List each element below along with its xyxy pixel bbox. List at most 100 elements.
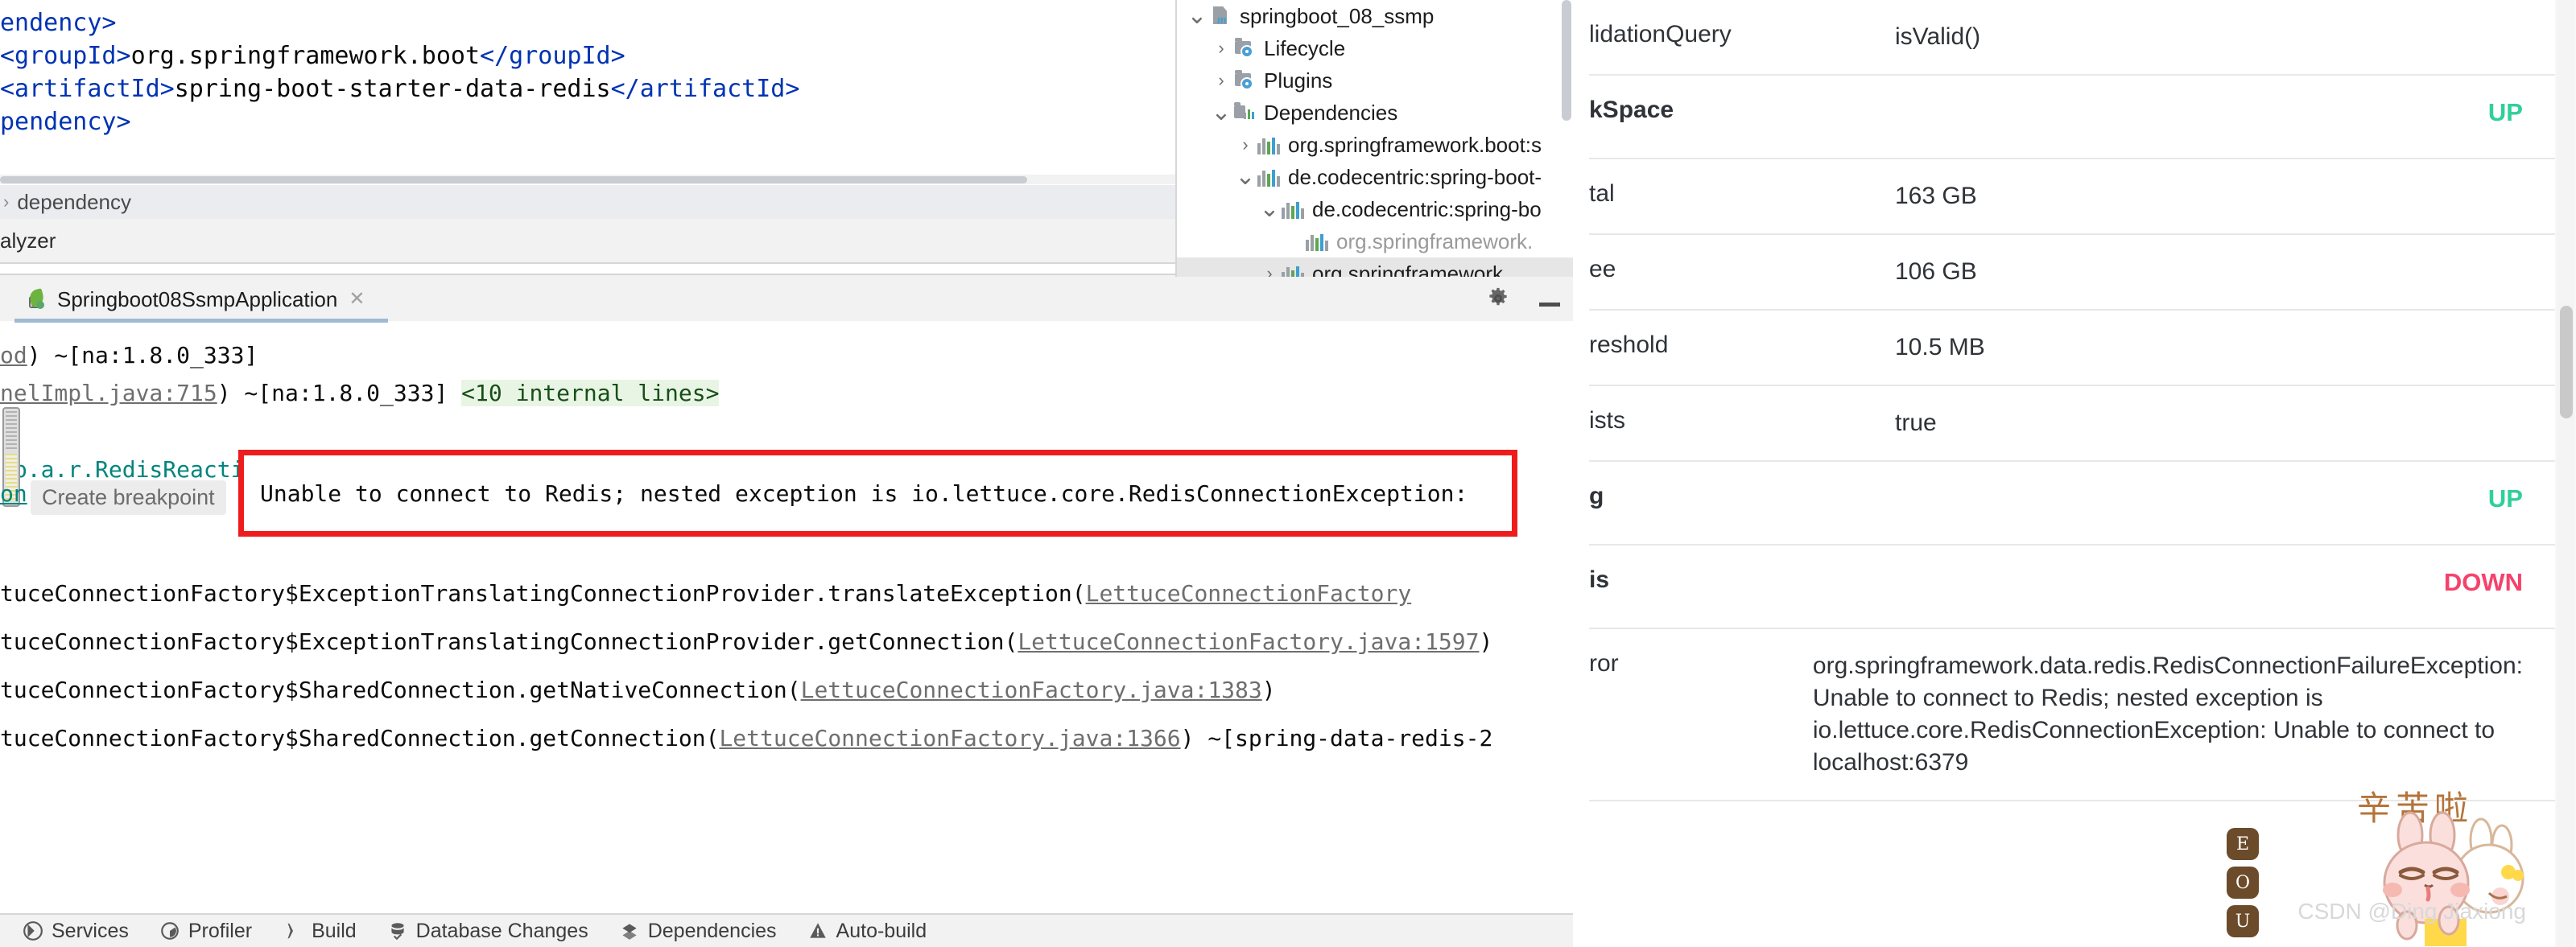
breakpoint-link-prefix[interactable]: on xyxy=(0,480,27,507)
health-row: reshold 10.5 MB xyxy=(1589,311,2555,386)
xml-tag: endency> xyxy=(0,9,117,37)
xml-text: spring-boot-starter-data-redis xyxy=(174,75,611,103)
console-line: od) ~[na:1.8.0_333] xyxy=(0,342,258,369)
run-window-toolbar xyxy=(1486,286,1560,311)
health-row-value: isValid() xyxy=(1895,23,1981,50)
tree-vertical-scrollbar[interactable] xyxy=(1562,0,1571,277)
editor-horizontal-scrollbar[interactable] xyxy=(0,175,1175,184)
status-badge: UP xyxy=(2487,98,2523,126)
xml-tag: pendency> xyxy=(0,108,131,136)
chevron-right-icon[interactable]: › xyxy=(1209,38,1233,59)
maven-tree: ⌄ m springboot_08_ssmp › Lifecycle › Plugins ⌄ D… xyxy=(1177,0,1573,277)
code-line: pendency> xyxy=(0,105,1175,138)
health-row: ror org.springframework.data.redis.RedisC… xyxy=(1589,629,2555,801)
code-line: endency> xyxy=(0,6,1175,39)
tree-row[interactable]: ⌄ Dependencies xyxy=(1177,97,1573,129)
scrollbar-thumb[interactable] xyxy=(1562,0,1571,121)
highlighted-error-box: Unable to connect to Redis; nested excep… xyxy=(238,450,1517,537)
breadcrumb[interactable]: › dependency xyxy=(0,185,1175,219)
minimize-icon[interactable] xyxy=(1539,302,1560,307)
console-text: ) ~[na:1.8.0_333] xyxy=(27,342,258,369)
tree-row-label: Plugins xyxy=(1264,68,1333,93)
close-icon[interactable]: ✕ xyxy=(349,290,365,309)
stacktrace-link[interactable]: nelImpl.java:715 xyxy=(0,380,217,406)
console-line: tuceConnectionFactory$ExceptionTranslati… xyxy=(0,628,1492,656)
tree-row[interactable]: ⌄ m springboot_08_ssmp xyxy=(1177,0,1573,32)
tree-row[interactable]: › Lifecycle xyxy=(1177,32,1573,64)
create-breakpoint-button[interactable]: Create breakpoint xyxy=(31,480,226,515)
health-row-key: kSpace xyxy=(1589,97,1674,123)
scrollbar-thumb[interactable] xyxy=(0,176,1027,183)
dependencies-folder-icon xyxy=(1233,102,1257,123)
dependency-bars-icon xyxy=(1257,167,1282,187)
status-bar-item-services[interactable]: Services xyxy=(23,920,129,943)
health-row: g UP xyxy=(1589,462,2555,546)
status-bar-item-database-changes[interactable]: Database Changes xyxy=(387,920,588,943)
console-text: tuceConnectionFactory$SharedConnection.g… xyxy=(0,725,720,751)
spring-boot-run-icon xyxy=(27,288,48,310)
tree-row[interactable]: ⌄ de.codecentric:spring-bo xyxy=(1177,193,1573,225)
status-bar-item-label: Profiler xyxy=(188,919,253,942)
status-badge: UP xyxy=(2487,484,2523,513)
console-output[interactable]: od) ~[na:1.8.0_333] nelImpl.java:715 ) ~[n… xyxy=(0,323,1589,913)
status-bar-item-build[interactable]: Build xyxy=(283,920,357,943)
bottom-status-bar: Services Profiler Build Database Changes Dep… xyxy=(0,913,1589,947)
code-editor[interactable]: endency> <groupId>org.springframework.boo… xyxy=(0,0,1175,175)
chevron-down-icon[interactable]: ⌄ xyxy=(1185,4,1209,28)
stacktrace-link[interactable]: LettuceConnectionFactory xyxy=(1086,580,1412,607)
editor-code-lines: endency> <groupId>org.springframework.boo… xyxy=(0,0,1175,138)
maven-tool-window[interactable]: ⌄ m springboot_08_ssmp › Lifecycle › Plugins ⌄ D… xyxy=(1175,0,1573,277)
health-row: kSpace UP xyxy=(1589,76,2555,159)
health-row: ee 106 GB xyxy=(1589,235,2555,311)
code-line: <artifactId>spring-boot-starter-data-red… xyxy=(0,72,1175,105)
stacktrace-link[interactable]: LettuceConnectionFactory.java:1383 xyxy=(801,677,1262,703)
chevron-right-icon[interactable]: › xyxy=(1233,134,1257,155)
tree-row-label: de.codecentric:spring-bo xyxy=(1312,196,1542,221)
console-text: ) xyxy=(1261,677,1276,703)
tree-row[interactable]: › Plugins xyxy=(1177,64,1573,97)
chevron-down-icon[interactable]: ⌄ xyxy=(1257,197,1282,221)
status-bar-item-auto-build[interactable]: Auto-build xyxy=(807,920,927,943)
health-row-key: lidationQuery xyxy=(1589,21,1732,47)
chevron-down-icon[interactable]: ⌄ xyxy=(1233,165,1257,189)
tree-row[interactable]: › org.springframework. xyxy=(1177,257,1573,277)
status-bar-item-profiler[interactable]: Profiler xyxy=(159,920,252,943)
analyzer-label: alyzer xyxy=(0,228,56,253)
scrollbar-thumb[interactable] xyxy=(2560,306,2573,418)
panel-gap xyxy=(1573,0,1589,947)
chevron-down-icon[interactable]: ⌄ xyxy=(1209,101,1233,125)
tree-row-label: org.springframework. xyxy=(1312,261,1509,278)
console-text: tuceConnectionFactory$ExceptionTranslati… xyxy=(0,628,1018,655)
stacktrace-link[interactable]: LettuceConnectionFactory.java:1597 xyxy=(1018,628,1479,655)
status-bar-item-label: Dependencies xyxy=(647,919,777,942)
tree-row-label: de.codecentric:spring-boot- xyxy=(1288,164,1542,189)
database-changes-icon xyxy=(387,920,408,941)
health-panel-scrollbar[interactable] xyxy=(2557,0,2574,947)
dependency-bars-icon xyxy=(1282,200,1306,219)
status-bar-item-label: Services xyxy=(52,919,129,942)
chevron-right-icon[interactable]: › xyxy=(1209,70,1233,91)
xml-tag: </groupId> xyxy=(480,42,625,70)
xml-tag: <artifactId> xyxy=(0,75,175,103)
console-line: tuceConnectionFactory$SharedConnection.g… xyxy=(0,677,1276,704)
internal-lines-badge[interactable]: <10 internal lines> xyxy=(461,380,720,406)
stacktrace-link[interactable]: od xyxy=(0,342,27,369)
dependency-bars-icon xyxy=(1306,232,1330,251)
tree-row[interactable]: › org.springframework.boot:s xyxy=(1177,129,1573,161)
gear-icon[interactable] xyxy=(1486,286,1510,311)
health-row-value: true xyxy=(1895,410,1937,436)
tree-row-label: Lifecycle xyxy=(1264,35,1346,60)
chevron-right-icon[interactable]: › xyxy=(1257,263,1282,277)
health-row: ists true xyxy=(1589,386,2555,462)
tree-row[interactable]: ⌄ de.codecentric:spring-boot- xyxy=(1177,161,1573,193)
console-text: tuceConnectionFactory$ExceptionTranslati… xyxy=(0,580,1086,607)
breadcrumb-label[interactable]: dependency xyxy=(17,190,131,215)
code-line: <groupId>org.springframework.boot</group… xyxy=(0,39,1175,72)
analyzer-row[interactable]: alyzer xyxy=(0,219,1175,262)
status-bar-item-dependencies[interactable]: Dependencies xyxy=(619,920,777,943)
tree-row[interactable]: org.springframework. xyxy=(1177,225,1573,257)
run-tab-springboot-application[interactable]: Springboot08SsmpApplication ✕ xyxy=(24,282,368,317)
stacktrace-link[interactable]: LettuceConnectionFactory.java:1366 xyxy=(719,725,1180,751)
health-row-value: org.springframework.data.redis.RedisConn… xyxy=(1812,653,2523,776)
profiler-icon xyxy=(159,920,180,941)
